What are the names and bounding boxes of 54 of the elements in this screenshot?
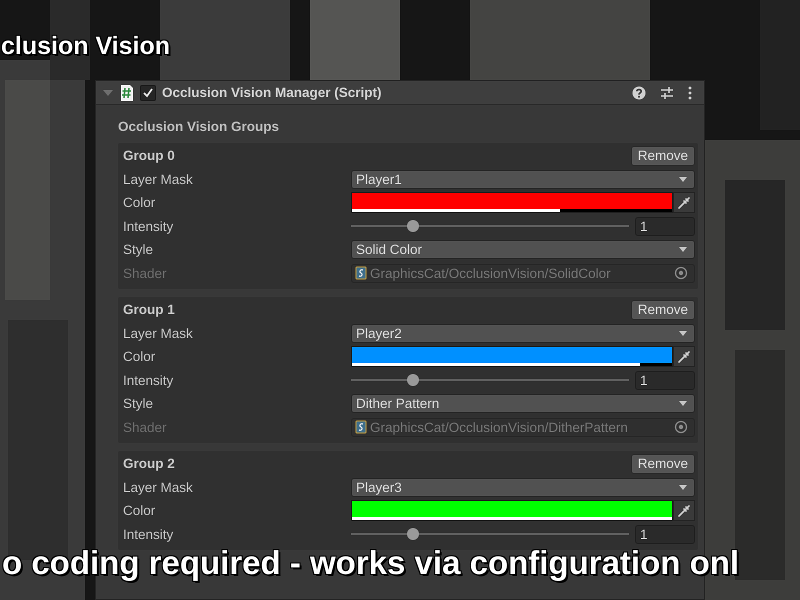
field-label: Color <box>123 195 156 210</box>
eyedropper-button[interactable] <box>673 500 695 522</box>
help-icon[interactable] <box>632 86 646 100</box>
checkbox[interactable] <box>140 84 156 100</box>
section-title: Occlusion Vision Groups <box>118 119 280 134</box>
color-field[interactable] <box>351 500 673 522</box>
caret-icon <box>678 399 688 408</box>
field-label: Intensity <box>123 372 174 388</box>
object-picker-icon[interactable] <box>674 266 688 280</box>
caption: clusion Vision <box>1 32 170 60</box>
dropdown[interactable]: Player2 <box>351 324 695 343</box>
number-field[interactable]: 1 <box>635 524 695 544</box>
component-title: Occlusion Vision Manager (Script) <box>162 85 383 100</box>
group-title: Group 0 <box>123 148 175 164</box>
caption: o coding required - works via configuration onl <box>2 544 740 581</box>
remove-button[interactable]: Remove <box>630 454 695 474</box>
caret-icon <box>678 245 688 254</box>
script-icon <box>120 84 134 100</box>
eyedropper-button[interactable] <box>673 346 695 368</box>
dropdown[interactable]: Player3 <box>351 478 695 497</box>
field-label: Style <box>123 242 154 258</box>
color-field[interactable] <box>351 192 673 214</box>
caret-icon <box>678 328 688 338</box>
shader-file-icon <box>355 420 367 434</box>
field-label: Style <box>123 396 154 412</box>
field-label: Intensity <box>123 218 174 234</box>
sliders-icon[interactable] <box>660 86 674 100</box>
field-label: Intensity <box>123 526 174 542</box>
eyedropper-button[interactable] <box>673 192 695 214</box>
number-field[interactable]: 1 <box>635 216 695 236</box>
remove-button[interactable]: Remove <box>630 300 695 320</box>
field-label: Layer Mask <box>123 326 194 341</box>
dropdown[interactable]: Solid Color <box>351 240 695 260</box>
eyedropper-icon <box>677 350 691 364</box>
eyedropper-icon <box>677 196 691 210</box>
object-picker-icon[interactable] <box>674 420 688 434</box>
shader-file-icon <box>355 266 367 280</box>
caret-icon <box>678 174 688 184</box>
field-label: Shader <box>123 420 168 435</box>
field-label: Layer Mask <box>123 172 194 187</box>
field-label: Color <box>123 349 156 364</box>
caret-icon <box>678 482 688 492</box>
more-icon[interactable] <box>688 86 692 100</box>
field-label: Shader <box>123 266 168 281</box>
group-title: Group 1 <box>123 302 175 318</box>
dropdown[interactable]: Dither Pattern <box>351 394 695 414</box>
color-field[interactable] <box>351 346 673 368</box>
dropdown[interactable]: Player1 <box>351 170 695 189</box>
eyedropper-icon <box>677 504 691 518</box>
number-field[interactable]: 1 <box>635 370 695 390</box>
field-label: Layer Mask <box>123 480 194 495</box>
field-label: Color <box>123 503 156 518</box>
remove-button[interactable]: Remove <box>630 146 695 166</box>
group-title: Group 2 <box>123 456 175 472</box>
